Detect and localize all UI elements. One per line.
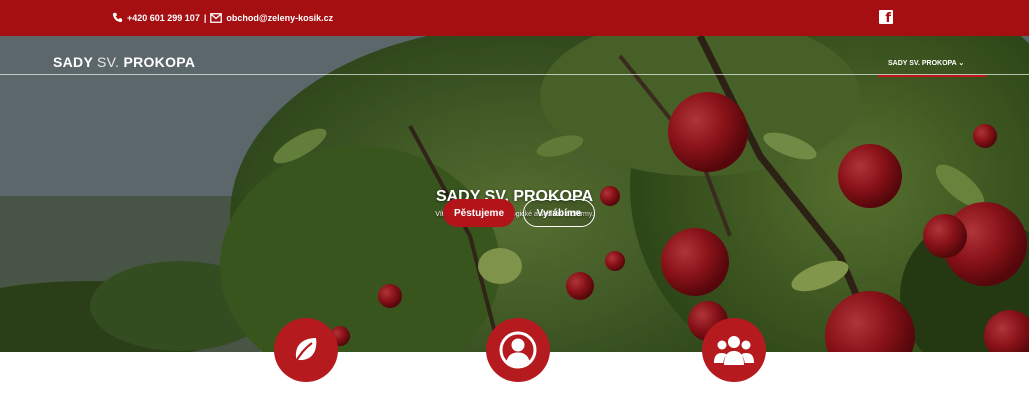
separator: |	[203, 12, 207, 23]
pestujeme-button[interactable]: Pěstujeme	[443, 199, 515, 227]
brand-word-1: SADY	[53, 54, 93, 70]
contact-info: +420 601 299 107 | obchod@zeleny-kosik.c…	[112, 12, 333, 23]
group-icon	[714, 336, 754, 365]
nav-active-underline	[878, 75, 986, 77]
phone-icon	[112, 12, 123, 23]
phone-link[interactable]: +420 601 299 107	[127, 13, 200, 23]
nav-divider	[0, 74, 1029, 75]
user-icon	[499, 331, 537, 369]
facebook-icon[interactable]: f	[879, 10, 893, 26]
top-contact-bar: +420 601 299 107 | obchod@zeleny-kosik.c…	[0, 0, 1029, 36]
hero-section: SADY SV. PROKOPA SADY SV. PROKOPA ⌄ SADY…	[0, 36, 1029, 352]
feature-group[interactable]	[702, 318, 766, 382]
feature-leaf[interactable]	[274, 318, 338, 382]
mail-icon	[210, 12, 223, 23]
vyrabime-button[interactable]: Vyrábíme	[523, 199, 595, 227]
chevron-down-icon: ⌄	[958, 60, 965, 67]
brand-word-3: PROKOPA	[123, 54, 196, 70]
facebook-glyph: f	[885, 11, 891, 26]
leaf-icon	[294, 338, 317, 364]
hero-title: SADY SV. PROKOPA	[435, 188, 594, 205]
feature-user[interactable]	[486, 318, 550, 382]
nav-menu-dropdown[interactable]: SADY SV. PROKOPA ⌄	[888, 59, 964, 67]
brand-word-2: SV.	[97, 54, 120, 70]
nav-menu-label: SADY SV. PROKOPA	[888, 60, 957, 67]
site-logo[interactable]: SADY SV. PROKOPA	[53, 54, 195, 70]
email-link[interactable]: obchod@zeleny-kosik.cz	[226, 13, 333, 23]
